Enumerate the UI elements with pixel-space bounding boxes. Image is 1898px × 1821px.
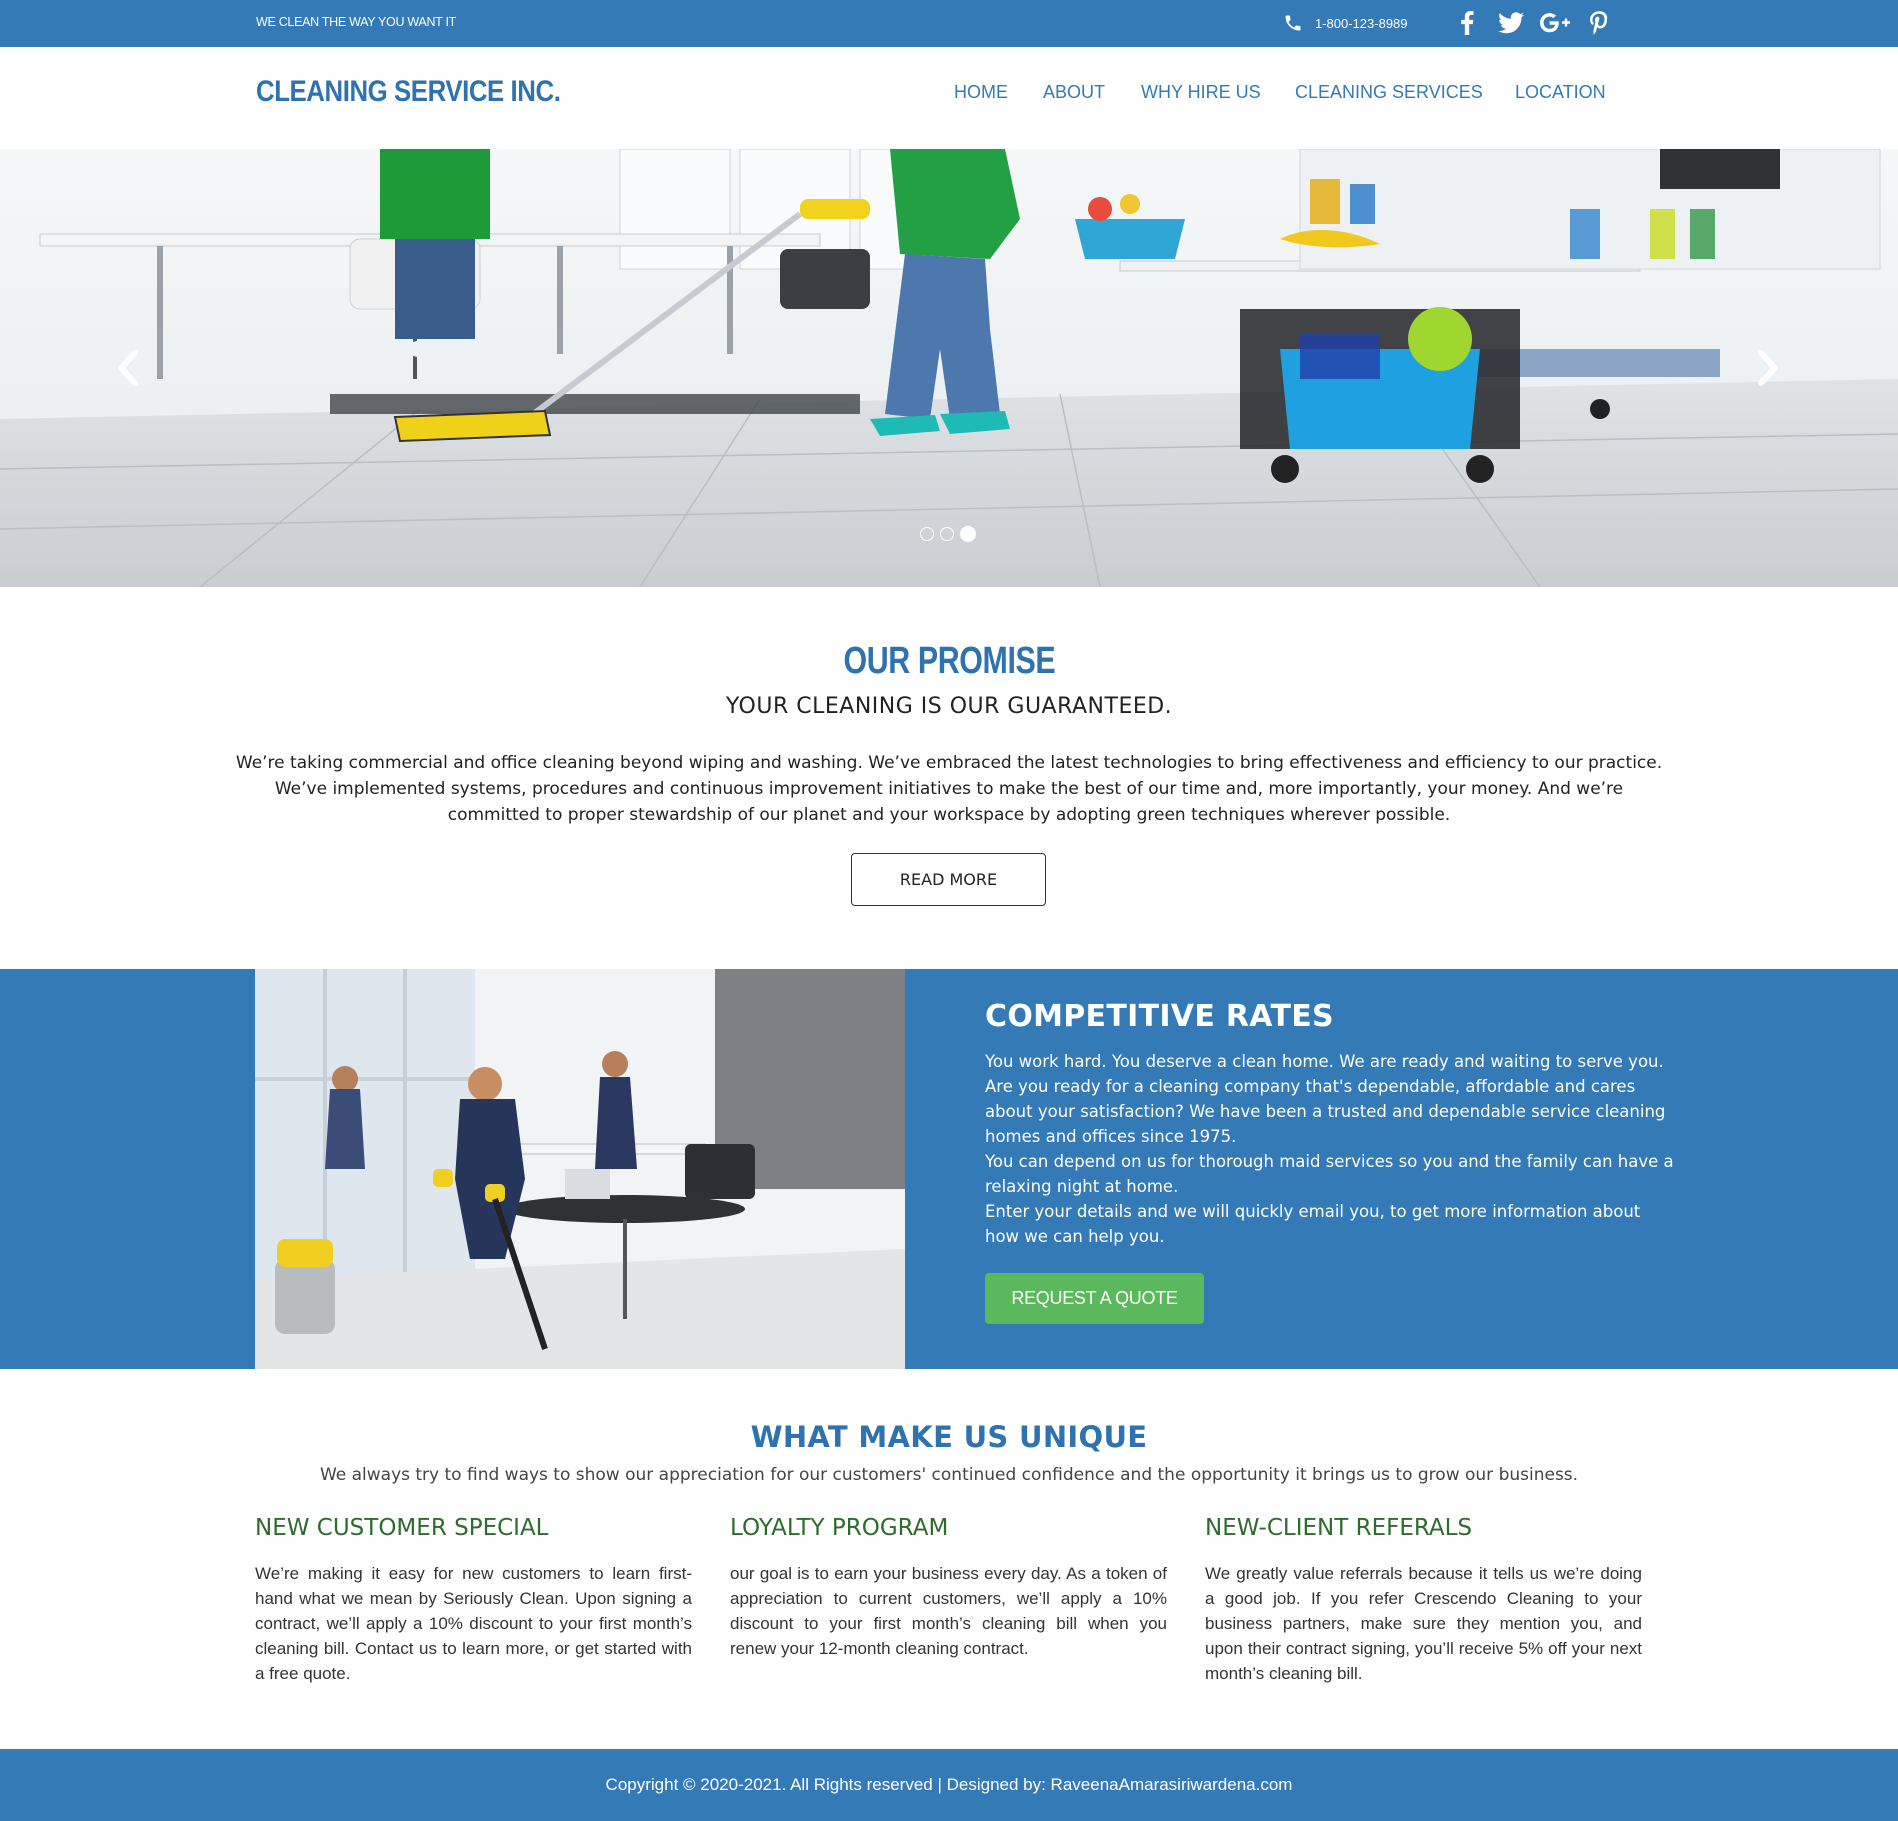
nav-cleaning-services[interactable]: CLEANING SERVICES <box>1295 82 1483 103</box>
carousel-dot-2[interactable] <box>940 527 954 541</box>
carousel-dot-3[interactable] <box>960 526 976 542</box>
footer-copyright: Copyright © 2020-2021. All Rights reserv… <box>605 1775 1293 1794</box>
site-header: CLEANING SERVICE INC. HOME ABOUT WHY HIR… <box>0 47 1898 149</box>
social-links <box>1450 10 1626 36</box>
feature-heading: NEW-CLIENT REFERALS <box>1205 1515 1473 1541</box>
rates-paragraph: You work hard. You deserve a clean home.… <box>985 1052 1666 1146</box>
carousel-next-button[interactable] <box>1748 345 1788 391</box>
pinterest-icon[interactable] <box>1582 10 1616 36</box>
carousel-indicators <box>920 526 982 542</box>
feature-column-referrals: NEW-CLIENT REFERALS We greatly value ref… <box>1205 1515 1642 1686</box>
nav-why-hire-us[interactable]: WHY HIRE US <box>1141 82 1261 103</box>
site-footer: Copyright © 2020-2021. All Rights reserv… <box>0 1749 1898 1821</box>
chevron-right-icon <box>1758 350 1778 386</box>
hero-carousel[interactable] <box>0 149 1898 587</box>
carousel-prev-button[interactable] <box>108 345 148 391</box>
feature-text: our goal is to earn your business every … <box>730 1564 1167 1658</box>
feature-column-loyalty: LOYALTY PROGRAM our goal is to earn your… <box>730 1515 1167 1661</box>
rates-paragraph: Enter your details and we will quickly e… <box>985 1202 1641 1246</box>
nav-about[interactable]: ABOUT <box>1043 82 1105 103</box>
request-quote-button[interactable]: REQUEST A QUOTE <box>985 1273 1204 1324</box>
promise-title: OUR PROMISE <box>0 640 1898 683</box>
phone-contact[interactable]: 1-800-123-8989 <box>1283 12 1408 34</box>
top-bar: WE CLEAN THE WAY YOU WANT IT 1-800-123-8… <box>0 0 1898 47</box>
rates-image <box>255 969 905 1369</box>
carousel-dot-1[interactable] <box>920 527 934 541</box>
tagline: WE CLEAN THE WAY YOU WANT IT <box>256 15 456 29</box>
promise-title-text: OUR PROMISE <box>843 640 1055 682</box>
main-nav: HOME ABOUT WHY HIRE US CLEANING SERVICES… <box>0 82 1898 108</box>
rates-section: COMPETITIVE RATES You work hard. You des… <box>0 969 1898 1369</box>
read-more-button[interactable]: READ MORE <box>851 853 1046 906</box>
feature-heading: NEW CUSTOMER SPECIAL <box>255 1515 549 1541</box>
hero-image <box>0 149 1898 587</box>
phone-number: 1-800-123-8989 <box>1315 15 1408 31</box>
google-plus-icon[interactable] <box>1538 10 1572 36</box>
rates-title: COMPETITIVE RATES <box>985 999 1334 1034</box>
facebook-icon[interactable] <box>1450 10 1484 36</box>
unique-subtitle: We always try to find ways to show our a… <box>319 1465 1579 1485</box>
unique-title: WHAT MAKE US UNIQUE <box>750 1420 1148 1454</box>
feature-column-new-customer: NEW CUSTOMER SPECIAL We’re making it eas… <box>255 1515 692 1686</box>
feature-heading: LOYALTY PROGRAM <box>730 1515 949 1541</box>
promise-subtitle: YOUR CLEANING IS OUR GUARANTEED. <box>725 694 1173 719</box>
rates-paragraph: You can depend on us for thorough maid s… <box>985 1152 1674 1196</box>
chevron-left-icon <box>118 350 138 386</box>
promise-body: We’re taking commercial and office clean… <box>235 753 1663 825</box>
rates-text: You work hard. You deserve a clean home.… <box>985 1049 1675 1249</box>
nav-home[interactable]: HOME <box>954 82 1008 103</box>
nav-location[interactable]: LOCATION <box>1515 82 1606 103</box>
feature-text: We greatly value referrals because it te… <box>1205 1564 1642 1683</box>
phone-icon <box>1285 15 1301 31</box>
feature-text: We’re making it easy for new customers t… <box>255 1564 692 1683</box>
twitter-icon[interactable] <box>1494 10 1528 36</box>
